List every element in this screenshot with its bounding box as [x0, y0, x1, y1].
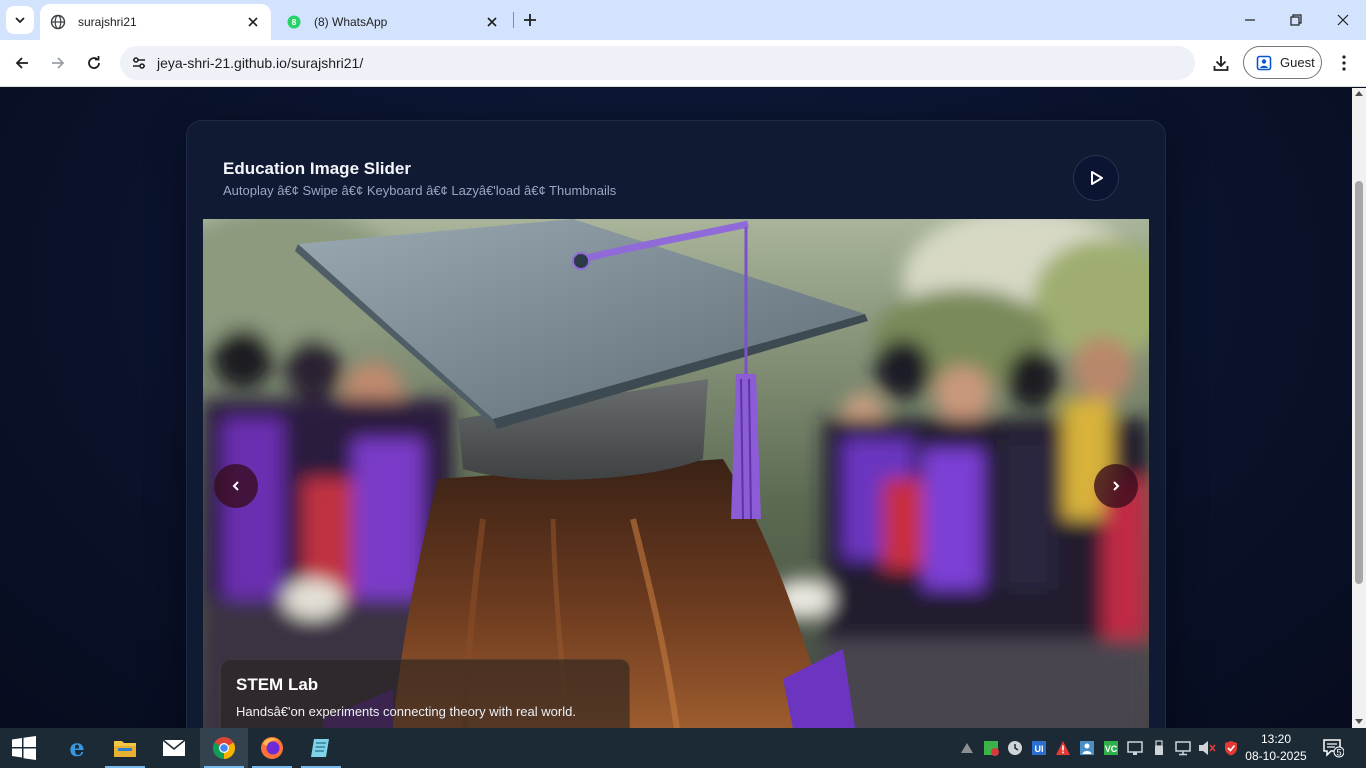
- graduation-photo: [203, 219, 1149, 728]
- caption-description: Handsâ€'on experiments connecting theory…: [236, 704, 576, 719]
- back-button[interactable]: [7, 48, 37, 78]
- network-icon[interactable]: [1174, 738, 1192, 758]
- arrow-left-icon: [15, 57, 28, 69]
- page-viewport: Education Image Slider Autoplay â€¢ Swip…: [0, 88, 1352, 728]
- arrow-right-icon: [52, 57, 65, 69]
- notification-icon: 5: [1323, 739, 1344, 758]
- chrome-icon: [213, 737, 235, 759]
- tray-clock-icon[interactable]: [1006, 738, 1024, 758]
- autoplay-button[interactable]: [1073, 155, 1119, 201]
- firefox-icon: [261, 737, 283, 759]
- tab-close-icon[interactable]: [482, 12, 502, 32]
- scroll-down-icon[interactable]: [1355, 719, 1363, 724]
- close-icon: [1337, 14, 1349, 26]
- chevron-left-icon: [232, 481, 239, 491]
- tray-app-icon[interactable]: UI: [1030, 738, 1048, 758]
- file-explorer-icon: [114, 741, 136, 757]
- tab-search-button[interactable]: [6, 6, 34, 34]
- usb-icon[interactable]: [1150, 738, 1168, 758]
- next-slide-button[interactable]: [1094, 464, 1138, 508]
- reload-icon: [88, 56, 100, 69]
- profile-button[interactable]: Guest: [1243, 46, 1322, 79]
- globe-icon: [50, 14, 66, 30]
- tray-security-icon[interactable]: [982, 738, 1000, 758]
- guest-profile-icon: [1256, 55, 1272, 71]
- tray-user-icon[interactable]: [1078, 738, 1096, 758]
- prev-slide-button[interactable]: [214, 464, 258, 508]
- start-icon: [12, 736, 36, 760]
- slide-caption: STEM Lab Handsâ€'on experiments connecti…: [220, 659, 630, 728]
- scrollbar-thumb[interactable]: [1355, 181, 1363, 584]
- notification-count: 5: [1336, 748, 1341, 758]
- profile-label: Guest: [1280, 55, 1315, 70]
- taskbar-clock[interactable]: 13:20 08-10-2025: [1240, 731, 1312, 765]
- mail-icon: [162, 739, 186, 756]
- url-text: jeya-shri-21.github.io/surajshri21/: [157, 55, 364, 71]
- svg-text:VC: VC: [1105, 744, 1118, 754]
- plus-icon: [524, 14, 536, 26]
- card-subtitle: Autoplay â€¢ Swipe â€¢ Keyboard â€¢ Lazy…: [223, 183, 617, 198]
- svg-text:e: e: [69, 736, 84, 760]
- browser-toolbar: jeya-shri-21.github.io/surajshri21/ Gues…: [0, 40, 1366, 87]
- minimize-button[interactable]: [1227, 0, 1273, 40]
- tab-title: (8) WhatsApp: [314, 15, 388, 29]
- svg-text:UI: UI: [1035, 744, 1044, 754]
- card-title: Education Image Slider: [223, 159, 411, 178]
- taskbar-file-explorer[interactable]: [101, 728, 149, 768]
- volume-muted-icon[interactable]: [1198, 738, 1216, 758]
- clock-time: 13:20: [1260, 732, 1292, 746]
- edge-icon: e: [69, 736, 84, 760]
- tab-close-icon[interactable]: [243, 12, 263, 32]
- caption-title: STEM Lab: [236, 675, 319, 694]
- tray-hidden-icon[interactable]: [958, 738, 976, 758]
- downloads-button[interactable]: [1206, 48, 1236, 78]
- start-button[interactable]: [0, 728, 48, 768]
- whatsapp-icon: 8: [286, 14, 302, 30]
- clock-date: 08-10-2025: [1245, 749, 1307, 763]
- tab-whatsapp[interactable]: 8 (8) WhatsApp: [276, 4, 510, 40]
- action-center-button[interactable]: 5: [1318, 736, 1348, 760]
- tab-surajshri21[interactable]: surajshri21: [40, 4, 271, 40]
- close-window-button[interactable]: [1320, 0, 1366, 40]
- address-bar[interactable]: jeya-shri-21.github.io/surajshri21/: [120, 46, 1195, 80]
- taskbar-notepad[interactable]: [297, 728, 345, 768]
- more-vertical-icon: [1342, 55, 1346, 71]
- tab-strip: surajshri21 8 (8) WhatsApp: [0, 0, 1366, 40]
- site-info-icon[interactable]: [122, 46, 156, 80]
- warning-icon[interactable]: [1054, 738, 1072, 758]
- taskbar-edge[interactable]: e: [53, 728, 101, 768]
- reload-button[interactable]: [79, 48, 109, 78]
- restore-icon: [1290, 14, 1302, 26]
- play-icon: [1091, 171, 1103, 185]
- tab-separator: [513, 12, 514, 28]
- slider-card: Education Image Slider Autoplay â€¢ Swip…: [186, 120, 1166, 728]
- taskbar-firefox[interactable]: [248, 728, 296, 768]
- taskbar-mail[interactable]: [150, 728, 198, 768]
- shield-icon[interactable]: [1222, 738, 1240, 758]
- restore-button[interactable]: [1273, 0, 1319, 40]
- scroll-up-icon[interactable]: [1355, 91, 1363, 96]
- taskbar-chrome[interactable]: [200, 728, 248, 768]
- notepad-icon: [311, 739, 329, 757]
- chevron-down-icon: [15, 17, 25, 24]
- chrome-menu-button[interactable]: [1330, 48, 1358, 78]
- slide-image[interactable]: STEM Lab Handsâ€'on experiments connecti…: [203, 219, 1149, 728]
- tray-display-icon[interactable]: [1126, 738, 1144, 758]
- tray-vc-icon[interactable]: VC: [1102, 738, 1120, 758]
- chevron-right-icon: [1113, 481, 1120, 491]
- minimize-icon: [1245, 19, 1255, 21]
- download-icon: [1213, 56, 1229, 71]
- forward-button[interactable]: [43, 48, 73, 78]
- new-tab-button[interactable]: [518, 8, 542, 32]
- tab-title: surajshri21: [78, 15, 137, 29]
- svg-text:8: 8: [292, 17, 297, 27]
- taskbar: e UI VC 13:20 08-10-2025 5: [0, 728, 1366, 768]
- page-scrollbar[interactable]: [1352, 88, 1366, 728]
